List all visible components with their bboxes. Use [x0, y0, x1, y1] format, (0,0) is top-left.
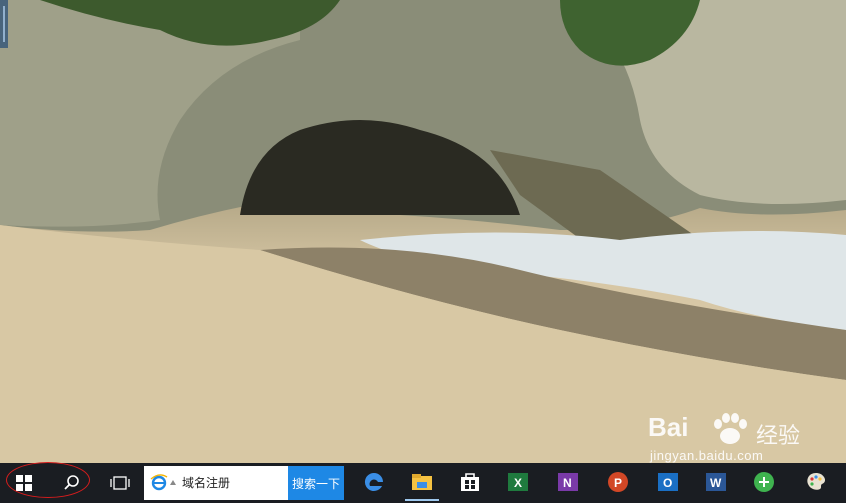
task-view-icon: [110, 476, 130, 490]
desktop-wallpaper: [0, 0, 846, 463]
browser-search-box[interactable]: [144, 466, 288, 500]
folder-icon[interactable]: [410, 470, 434, 494]
beach-cave-wallpaper: [0, 0, 846, 463]
onenote-icon[interactable]: N: [556, 470, 580, 494]
powerpoint-icon[interactable]: P: [606, 470, 630, 494]
task-view-button[interactable]: [100, 463, 140, 503]
watermark-brand: Bai: [648, 412, 689, 442]
excel-icon[interactable]: X: [506, 470, 530, 494]
paint-palette-icon[interactable]: [804, 470, 828, 494]
word-icon[interactable]: W: [704, 470, 728, 494]
green-circle-icon[interactable]: [752, 470, 776, 494]
search-taskbar-button[interactable]: [52, 463, 92, 503]
windows-start-icon: [16, 475, 32, 491]
active-app-indicator: [405, 499, 439, 501]
dropdown-arrow-icon[interactable]: [170, 480, 176, 485]
ie-icon: [150, 474, 168, 491]
watermark-domain: jingyan.baidu.com: [650, 448, 764, 463]
store-icon[interactable]: [458, 470, 482, 494]
start-button[interactable]: [4, 463, 44, 503]
edge-icon[interactable]: [362, 470, 386, 494]
svg-text:X: X: [514, 476, 522, 490]
search-submit-button[interactable]: 搜索一下: [288, 466, 344, 500]
svg-text:N: N: [563, 476, 572, 490]
search-icon: [64, 475, 79, 490]
svg-text:W: W: [710, 476, 722, 490]
search-input[interactable]: [182, 472, 284, 492]
watermark-brand-suffix: 经验: [756, 424, 801, 449]
outlook-icon[interactable]: O: [656, 470, 680, 494]
baidu-jingyan-watermark: Bai 经验 jingyan.baidu.com: [648, 412, 844, 463]
baidu-paw-icon: [714, 413, 747, 444]
svg-text:P: P: [614, 476, 622, 490]
desktop-edge-marker: [0, 0, 8, 48]
svg-text:O: O: [663, 476, 672, 490]
